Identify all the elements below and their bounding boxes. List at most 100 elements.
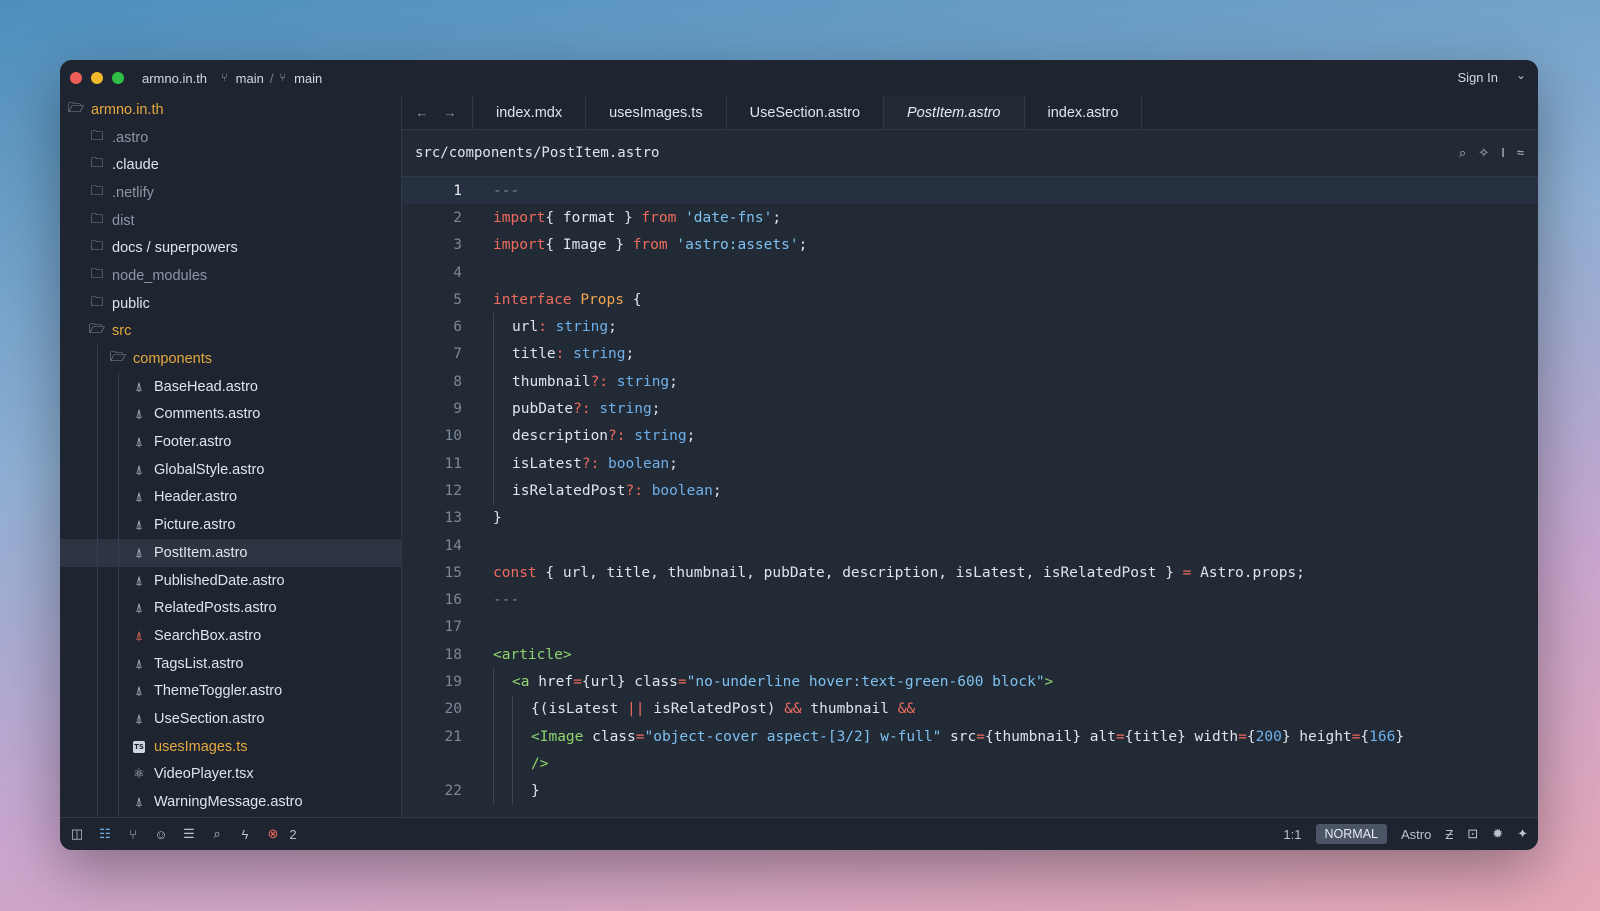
toggle-sidebar-icon[interactable]: ◫ xyxy=(70,826,84,842)
astro-file-icon: ⍋ xyxy=(135,655,143,671)
tree-item-label: dist xyxy=(112,212,135,229)
folder-icon: 🗀 xyxy=(90,238,104,254)
code-token: = xyxy=(635,728,645,745)
tree-item[interactable]: 🗀 node_modules xyxy=(60,262,401,290)
branch-name[interactable]: main xyxy=(236,71,264,86)
go-forward-icon[interactable]: → xyxy=(436,96,464,129)
tree-item[interactable]: ⍋ Comments.astro xyxy=(60,400,401,429)
line-number: 11 xyxy=(444,455,462,472)
terminal-icon[interactable]: ⊡ xyxy=(1467,826,1478,842)
branch-name-2[interactable]: main xyxy=(294,71,322,86)
line-number: 22 xyxy=(444,783,462,800)
indent-guide xyxy=(493,750,494,778)
tree-item[interactable]: TS usesImages.ts xyxy=(60,732,401,761)
diagnostics-button[interactable]: ⊗ 2 xyxy=(266,826,300,842)
project-root[interactable]: 🗁 armno.in.th xyxy=(60,96,401,124)
indent-guide xyxy=(97,372,98,401)
indent-guide xyxy=(118,566,119,595)
editor-tab[interactable]: index.astro xyxy=(1023,96,1143,129)
tree-item[interactable]: 🗀 .claude xyxy=(60,151,401,179)
project-name[interactable]: armno.in.th xyxy=(142,71,207,86)
tree-item-label: src xyxy=(112,323,132,340)
tree-item-label: SearchBox.astro xyxy=(154,627,262,644)
tree-item[interactable]: ⍋ PublishedDate.astro xyxy=(60,566,401,595)
language-selector[interactable]: Astro xyxy=(1401,827,1431,842)
code-token: = xyxy=(677,673,687,690)
search-panel-icon[interactable]: ⌕ xyxy=(210,826,224,842)
editor-tab[interactable]: index.mdx xyxy=(472,96,585,129)
git-panel-icon[interactable]: ⑂ xyxy=(126,827,140,842)
collaboration-icon[interactable]: ☺ xyxy=(154,827,168,842)
code-text: isRelatedPost?: boolean; xyxy=(512,483,722,499)
tree-item[interactable]: 🗁 src xyxy=(60,318,401,346)
code-line: 21 <Image class="object-cover aspect-[3/2… xyxy=(402,722,1538,751)
inline-assist-icon[interactable]: ✧ xyxy=(1478,145,1489,161)
tree-item[interactable]: ⍋ WarningMessage.astro xyxy=(60,788,401,816)
code-line: 6 url: string; xyxy=(402,313,1538,341)
zoom-window-button[interactable] xyxy=(112,72,124,84)
lightning-icon[interactable]: ϟ xyxy=(238,827,252,842)
editor-tab[interactable]: usesImages.ts xyxy=(585,96,726,129)
code-text: /> xyxy=(531,756,548,772)
code-token: { xyxy=(1360,728,1370,745)
astro-file-icon: ⍋ xyxy=(135,794,143,810)
tree-item[interactable]: ⍋ Picture.astro xyxy=(60,511,401,539)
tree-item[interactable]: 🗀 dist xyxy=(60,207,401,235)
debug-icon[interactable]: ✹ xyxy=(1492,826,1503,842)
code-text: } xyxy=(493,510,502,526)
cursor-position[interactable]: 1:1 xyxy=(1283,827,1301,842)
settings-sliders-icon[interactable]: ≈ xyxy=(1517,145,1524,161)
tree-item[interactable]: 🗀 .netlify xyxy=(60,179,401,207)
code-token: <Image xyxy=(531,728,584,745)
code-area[interactable]: 1 --- 2 import{ format } from 'date-fns'; 3 i… xyxy=(402,177,1538,818)
tree-item[interactable]: ⍋ PostItem.astro xyxy=(60,539,401,567)
tree-item[interactable]: ⍋ TagsList.astro xyxy=(60,649,401,678)
text-cursor-icon[interactable]: I xyxy=(1501,145,1505,161)
tree-item[interactable]: ⍋ SearchBox.astro xyxy=(60,622,401,650)
line-number: 18 xyxy=(444,646,462,663)
minimize-window-button[interactable] xyxy=(91,72,103,84)
indent-guide xyxy=(493,313,494,341)
tree-item-label: GlobalStyle.astro xyxy=(154,461,265,478)
tree-item[interactable]: 🗀 .astro xyxy=(60,124,401,152)
folder-icon: 🗀 xyxy=(90,155,104,171)
indent-guide xyxy=(493,368,494,396)
editor-tab[interactable]: PostItem.astro xyxy=(883,96,1024,129)
code-text: --- xyxy=(493,592,519,608)
tree-item[interactable]: ⍋ UseSection.astro xyxy=(60,705,401,733)
outline-icon[interactable]: ☰ xyxy=(182,826,196,842)
tree-item[interactable]: ⍋ ThemeToggler.astro xyxy=(60,677,401,706)
tree-item[interactable]: ⍋ Footer.astro xyxy=(60,428,401,456)
go-back-icon[interactable]: ← xyxy=(408,96,436,129)
code-token: src xyxy=(941,728,977,745)
code-line: 16 --- xyxy=(402,586,1538,613)
tree-item[interactable]: ⍋ RelatedPosts.astro xyxy=(60,594,401,623)
tree-item[interactable]: ⍋ Header.astro xyxy=(60,483,401,512)
code-token: { url, title, thumbnail, pubDate, descri… xyxy=(536,564,1183,581)
chevron-down-icon[interactable]: ⌄ xyxy=(1516,68,1526,82)
breadcrumb[interactable]: src/components/PostItem.astro xyxy=(415,145,659,161)
tree-item[interactable]: ⍋ BaseHead.astro xyxy=(60,372,401,401)
zed-icon[interactable]: Ƶ xyxy=(1445,827,1453,842)
editor-tab[interactable]: UseSection.astro xyxy=(725,96,883,129)
search-icon[interactable]: ⌕ xyxy=(1459,145,1466,161)
indent-guide xyxy=(118,622,119,650)
code-text: isLatest?: boolean; xyxy=(512,456,678,472)
indent-guide xyxy=(493,340,494,369)
typescript-file-icon: TS xyxy=(133,740,145,753)
tree-item[interactable]: 🗀 public xyxy=(60,290,401,318)
tree-item[interactable]: ⚛ VideoPlayer.tsx xyxy=(60,760,401,789)
project-tree-icon[interactable]: ☷ xyxy=(98,826,112,842)
tree-item[interactable]: ⍋ GlobalStyle.astro xyxy=(60,455,401,484)
astro-file-icon: ⍋ xyxy=(135,434,143,450)
close-window-button[interactable] xyxy=(70,72,82,84)
code-token: } xyxy=(1395,728,1405,745)
code-line: 5 interface Props { xyxy=(402,286,1538,313)
code-text: const { url, title, thumbnail, pubDate, … xyxy=(493,565,1305,581)
tree-item[interactable]: 🗁 components xyxy=(60,345,401,373)
tree-item[interactable]: 🗀 docs / superpowers xyxy=(60,234,401,262)
sign-in-button[interactable]: Sign In xyxy=(1458,70,1498,85)
assistant-icon[interactable]: ✦ xyxy=(1517,826,1528,842)
